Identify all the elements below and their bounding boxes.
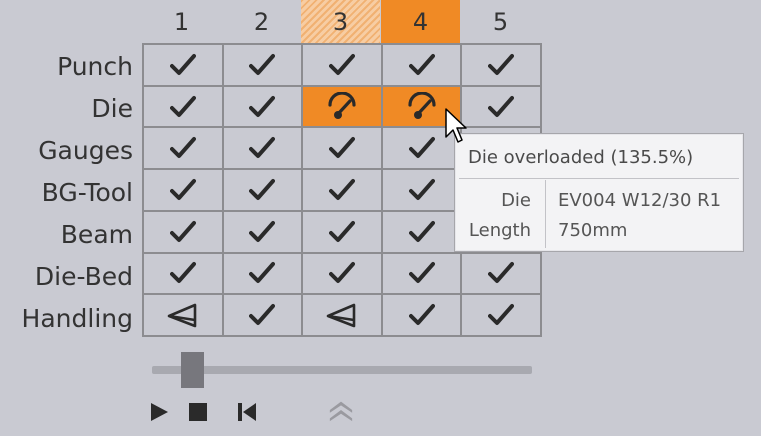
row-label-punch: Punch <box>57 51 133 81</box>
check-icon <box>249 53 276 77</box>
check-icon <box>408 53 435 77</box>
status-cell[interactable] <box>144 128 222 169</box>
tooltip-column-divider <box>545 180 546 248</box>
tooltip-value-length: 750mm <box>558 220 628 241</box>
status-cell[interactable] <box>382 170 461 210</box>
status-cell[interactable] <box>382 295 461 335</box>
column-header-4[interactable]: 4 <box>381 0 460 43</box>
status-cell[interactable] <box>223 86 302 127</box>
check-icon <box>249 220 276 244</box>
check-icon <box>328 53 355 77</box>
tooltip-divider <box>459 178 739 179</box>
status-cell[interactable] <box>144 295 222 335</box>
status-cell[interactable] <box>303 86 381 127</box>
check-icon <box>249 95 276 119</box>
status-cell[interactable] <box>303 253 381 294</box>
check-icon <box>249 303 276 327</box>
status-cell[interactable] <box>144 253 222 294</box>
status-cell[interactable] <box>382 211 461 252</box>
status-cell[interactable] <box>223 45 302 85</box>
status-cell[interactable] <box>223 128 302 169</box>
check-icon <box>408 178 435 202</box>
gripper-icon <box>167 302 199 328</box>
play-icon[interactable] <box>146 399 172 425</box>
check-icon <box>408 303 435 327</box>
check-icon <box>488 303 515 327</box>
status-cell[interactable] <box>144 45 222 85</box>
check-icon <box>169 261 196 285</box>
column-header-5[interactable]: 5 <box>461 0 540 43</box>
status-cell[interactable] <box>223 253 302 294</box>
status-cell[interactable] <box>462 86 540 127</box>
check-icon <box>328 136 355 160</box>
status-cell[interactable] <box>382 253 461 294</box>
tooltip-value-die: EV004 W12/30 R1 <box>558 190 722 211</box>
status-cell[interactable] <box>462 253 540 294</box>
row-label-bg-tool: BG-Tool <box>41 177 133 207</box>
skip-back-icon[interactable] <box>234 399 260 425</box>
check-icon <box>249 261 276 285</box>
status-cell[interactable] <box>144 86 222 127</box>
status-cell[interactable] <box>382 45 461 85</box>
status-cell[interactable] <box>303 295 381 335</box>
check-icon <box>488 53 515 77</box>
timeline-slider-thumb[interactable] <box>180 352 204 388</box>
status-cell[interactable] <box>462 295 540 335</box>
status-cell[interactable] <box>223 295 302 335</box>
check-icon <box>408 261 435 285</box>
row-label-die-bed: Die-Bed <box>34 261 133 291</box>
status-cell[interactable] <box>223 170 302 210</box>
column-header-1[interactable]: 1 <box>142 0 221 43</box>
check-icon <box>408 220 435 244</box>
die-overload-tooltip: Die overloaded (135.5%) Die EV004 W12/30… <box>454 133 744 252</box>
gauge-overload-icon <box>326 91 358 122</box>
check-icon <box>169 178 196 202</box>
mouse-cursor-icon <box>445 108 469 150</box>
tooltip-key-die: Die <box>501 190 531 211</box>
gauge-overload-icon <box>406 91 438 122</box>
column-header-3[interactable]: 3 <box>301 0 380 43</box>
row-label-beam: Beam <box>60 219 133 249</box>
status-cell[interactable] <box>303 128 381 169</box>
check-icon <box>249 178 276 202</box>
check-icon <box>408 136 435 160</box>
status-cell[interactable] <box>144 170 222 210</box>
row-label-gauges: Gauges <box>38 135 133 165</box>
status-cell[interactable] <box>462 45 540 85</box>
check-icon <box>169 220 196 244</box>
status-cell[interactable] <box>223 211 302 252</box>
check-icon <box>488 95 515 119</box>
status-cell[interactable] <box>303 211 381 252</box>
tooltip-title: Die overloaded (135.5%) <box>468 147 694 168</box>
status-cell[interactable] <box>144 211 222 252</box>
status-cell[interactable] <box>303 45 381 85</box>
check-icon <box>169 136 196 160</box>
collapse-up-icon[interactable] <box>328 397 354 423</box>
check-icon <box>488 261 515 285</box>
check-icon <box>249 136 276 160</box>
row-label-die: Die <box>91 93 133 123</box>
check-icon <box>328 220 355 244</box>
status-cell[interactable] <box>303 170 381 210</box>
gripper-icon <box>326 302 358 328</box>
check-icon <box>169 95 196 119</box>
check-icon <box>169 53 196 77</box>
timeline-slider-track[interactable] <box>152 366 532 374</box>
check-icon <box>328 261 355 285</box>
row-label-handling: Handling <box>21 303 133 333</box>
stop-icon[interactable] <box>185 399 211 425</box>
check-icon <box>328 178 355 202</box>
tooltip-key-length: Length <box>468 220 531 241</box>
column-header-2[interactable]: 2 <box>222 0 301 43</box>
